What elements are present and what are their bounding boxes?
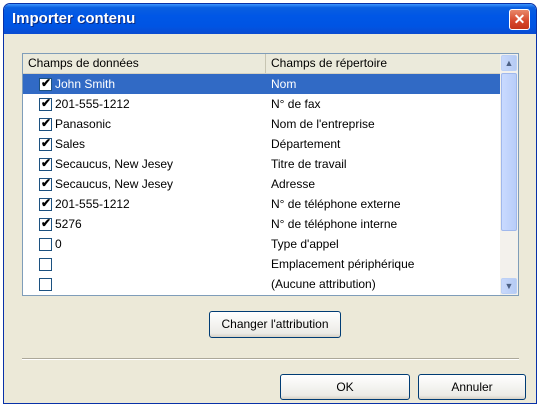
directory-field-name: Titre de travail [271,157,347,171]
checkmark-icon: ✔ [41,96,52,110]
row-checkbox[interactable]: ✔ [39,76,52,91]
field-mapping-list[interactable]: Champs de données Champs de répertoire ✔… [22,53,519,296]
row-checkbox[interactable] [39,278,52,291]
data-field-value: Panasonic [55,117,112,131]
list-row[interactable]: ✔ Secaucus, New Jesey Adresse [23,174,500,194]
column-header-data-fields[interactable]: Champs de données [23,54,266,73]
scroll-down-button[interactable]: ▼ [501,278,517,294]
list-header: Champs de données Champs de répertoire [23,54,500,74]
directory-field-name: N° de téléphone interne [271,217,398,231]
import-dialog: Importer contenu ✕ Champs de données Cha… [3,3,537,404]
row-checkbox[interactable]: ✔ [39,196,52,211]
data-field-value: 0 [55,237,62,251]
list-row[interactable]: Emplacement périphérique [23,254,500,274]
checkmark-icon: ✔ [41,116,52,130]
divider [22,358,519,360]
close-icon: ✕ [513,11,526,27]
row-checkbox[interactable] [39,258,52,271]
list-row[interactable]: ✔ 201-555-1212 N° de téléphone externe [23,194,500,214]
scroll-up-button[interactable]: ▲ [501,55,517,71]
row-checkbox[interactable]: ✔ [39,176,52,191]
directory-field-name: Nom de l'entreprise [271,117,375,131]
row-checkbox[interactable]: ✔ [39,136,52,151]
data-field-value: Secaucus, New Jesey [55,177,174,191]
change-mapping-button[interactable]: Changer l'attribution [209,311,341,338]
row-checkbox[interactable]: ✔ [39,156,52,171]
column-header-directory-fields[interactable]: Champs de répertoire [266,54,500,73]
title-bar[interactable]: Importer contenu ✕ [4,4,536,34]
directory-field-name: (Aucune attribution) [271,277,376,291]
chevron-down-icon: ▼ [504,281,514,291]
data-field-value: 5276 [55,217,82,231]
close-button[interactable]: ✕ [509,9,530,30]
checkmark-icon: ✔ [41,136,52,150]
row-checkbox[interactable]: ✔ [39,116,52,131]
data-field-value: John Smith [55,77,116,91]
checkmark-icon: ✔ [41,156,52,170]
dialog-title: Importer contenu [12,10,136,27]
cancel-button[interactable]: Annuler [418,374,526,400]
list-row[interactable]: ✔ 5276 N° de téléphone interne [23,214,500,234]
list-row[interactable]: ✔ Sales Département [23,134,500,154]
list-row[interactable]: ✔ John Smith Nom [23,74,500,94]
directory-field-name: Département [271,137,341,151]
checkmark-icon: ✔ [41,216,52,230]
directory-field-name: Adresse [271,177,316,191]
row-checkbox[interactable]: ✔ [39,216,52,231]
ok-button[interactable]: OK [280,374,410,400]
checkmark-icon: ✔ [41,76,52,90]
directory-field-name: N° de fax [271,97,321,111]
directory-field-name: Emplacement périphérique [271,257,415,271]
data-field-value: 201-555-1212 [55,197,130,211]
row-checkbox[interactable] [39,238,52,251]
scroll-thumb[interactable] [501,73,517,231]
checkmark-icon: ✔ [41,196,52,210]
list-row[interactable]: ✔ 201-555-1212 N° de fax [23,94,500,114]
directory-field-name: N° de téléphone externe [271,197,401,211]
chevron-up-icon: ▲ [504,58,514,68]
list-row[interactable]: (Aucune attribution) [23,274,500,294]
checkmark-icon: ✔ [41,176,52,190]
row-checkbox[interactable]: ✔ [39,96,52,111]
list-row[interactable]: 0 Type d'appel [23,234,500,254]
list-row[interactable]: ✔ Panasonic Nom de l'entreprise [23,114,500,134]
directory-field-name: Type d'appel [271,237,339,251]
list-row[interactable]: ✔ Secaucus, New Jesey Titre de travail [23,154,500,174]
data-field-value: 201-555-1212 [55,97,130,111]
data-field-value: Secaucus, New Jesey [55,157,174,171]
directory-field-name: Nom [271,77,297,91]
vertical-scrollbar[interactable]: ▲ ▼ [500,54,518,295]
data-field-value: Sales [55,137,86,151]
